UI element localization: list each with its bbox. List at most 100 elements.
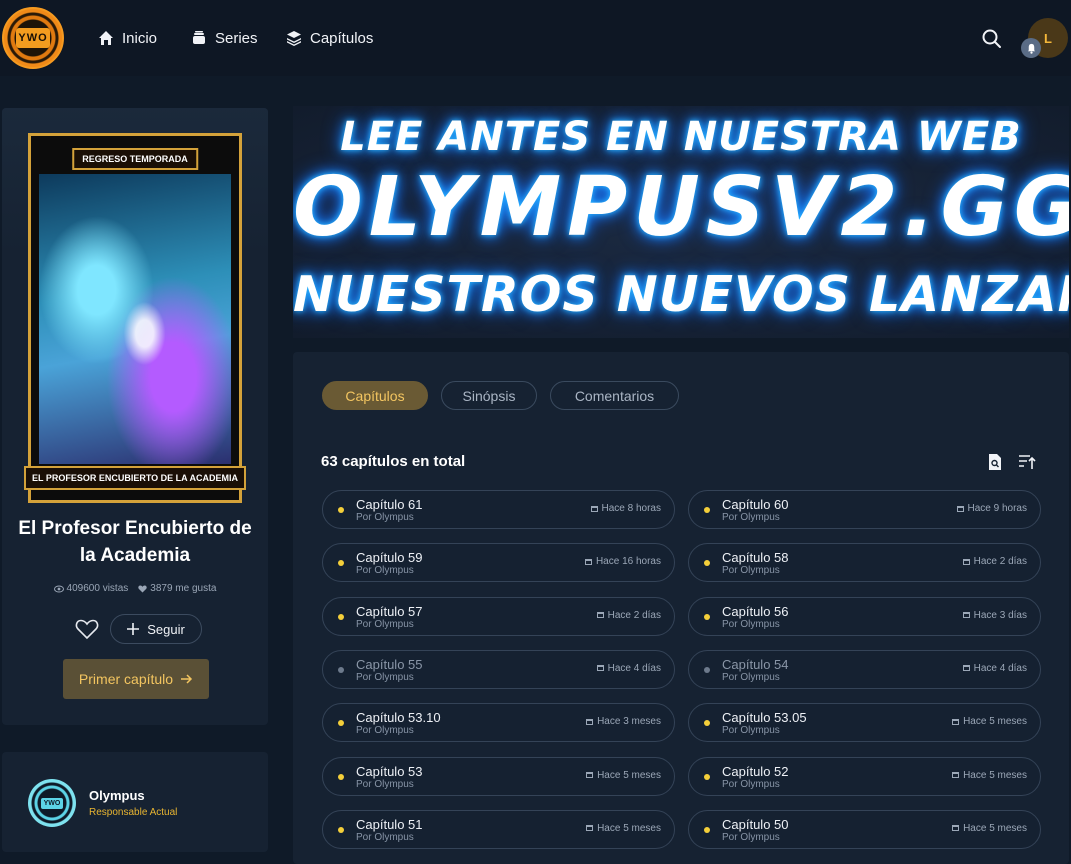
chapter-name: Capítulo 56 (722, 603, 789, 619)
calendar-icon (952, 772, 960, 778)
chapter-time-text: Hace 2 días (973, 556, 1027, 568)
chapter-item[interactable]: Capítulo 58 Por Olympus Hace 2 días (688, 543, 1041, 583)
likes-count: 3879 me gusta (150, 583, 217, 594)
chapter-time: Hace 5 meses (586, 770, 661, 781)
calendar-icon (952, 718, 960, 725)
chapter-author: Por Olympus (722, 512, 780, 523)
chapter-item[interactable]: Capítulo 54 Por Olympus Hace 4 días (688, 649, 1041, 689)
cover-title-label: EL PROFESOR ENCUBIERTO DE LA ACADEMIA (23, 466, 247, 490)
chapters-panel: Capítulos Sinópsis Comentarios 63 capítu… (293, 352, 1069, 864)
chapters-total: 63 capítulos en total (321, 453, 466, 470)
tab-capitulos[interactable]: Capítulos (322, 381, 428, 410)
uploader-avatar-text: YWO (40, 797, 64, 809)
site-logo[interactable]: YWO (2, 7, 64, 69)
search-icon[interactable] (981, 28, 1003, 50)
views-stat: 409600 vistas (53, 583, 129, 594)
chapter-name: Capítulo 58 (722, 550, 789, 566)
top-navbar: YWO Inicio Series Capítulos L (0, 0, 1071, 76)
plus-icon (127, 623, 140, 635)
chapter-item[interactable]: Capítulo 56 Por Olympus Hace 3 días (688, 596, 1041, 636)
nav-capitulos-label: Capítulos (310, 29, 374, 47)
chapter-name: Capítulo 60 (722, 497, 789, 512)
chapter-author: Por Olympus (722, 671, 780, 683)
avatar-initial: L (1044, 30, 1052, 46)
calendar-icon (962, 665, 970, 672)
logo-text: YWO (16, 28, 50, 48)
like-heart-icon[interactable] (75, 618, 99, 640)
chapter-item[interactable]: Capítulo 60 Por Olympus Hace 9 horas (688, 490, 1041, 529)
chapter-author: Por Olympus (356, 671, 414, 683)
chapter-item[interactable]: Capítulo 52 Por Olympus Hace 5 meses (688, 756, 1041, 796)
chapter-time: Hace 2 días (962, 556, 1027, 568)
chapter-time-text: Hace 4 días (973, 662, 1027, 674)
home-icon (99, 31, 113, 45)
notifications-button[interactable] (1021, 38, 1041, 58)
likes-stat: 3879 me gusta (138, 583, 216, 594)
chapter-author: Por Olympus (722, 725, 780, 737)
nav-capitulos[interactable]: Capítulos (286, 28, 373, 48)
stack-icon (287, 31, 301, 46)
chapter-time: Hace 3 meses (586, 716, 661, 727)
arrow-right-icon (181, 674, 193, 684)
views-count: 409600 vistas (66, 583, 129, 594)
heart-small-icon (138, 584, 147, 593)
chapter-time: Hace 8 horas (590, 503, 661, 514)
first-chapter-label: Primer capítulo (78, 671, 174, 687)
chapter-name: Capítulo 53.10 (356, 710, 441, 726)
chapter-name: Capítulo 61 (356, 497, 423, 512)
status-dot (338, 507, 344, 513)
chapter-author: Por Olympus (356, 725, 414, 737)
chapter-name: Capítulo 54 (722, 656, 789, 672)
chapter-name: Capítulo 52 (722, 763, 789, 779)
chapter-item[interactable]: Capítulo 55 Por Olympus Hace 4 días (322, 649, 675, 689)
nav-inicio[interactable]: Inicio (98, 28, 157, 48)
series-info-card: REGRESO TEMPORADA EL PROFESOR ENCUBIERTO… (2, 108, 268, 725)
chapter-item[interactable]: Capítulo 53.05 Por Olympus Hace 5 meses (688, 703, 1041, 743)
follow-button[interactable]: Seguir (110, 614, 202, 644)
chapter-item[interactable]: Capítulo 57 Por Olympus Hace 2 días (322, 596, 675, 636)
chapter-name: Capítulo 53.05 (722, 710, 807, 726)
follow-label: Seguir (147, 621, 185, 637)
nav-series[interactable]: Series (191, 28, 258, 48)
tab-comentarios[interactable]: Comentarios (550, 381, 679, 410)
calendar-icon (952, 825, 960, 832)
chapter-author: Por Olympus (722, 831, 780, 843)
chapter-item[interactable]: Capítulo 53 Por Olympus Hace 5 meses (322, 756, 675, 796)
status-dot (704, 613, 710, 620)
chapter-item[interactable]: Capítulo 59 Por Olympus Hace 16 horas (322, 543, 675, 583)
banner-line-1: LEE ANTES EN NUESTRA WEB (340, 114, 1022, 160)
status-dot (704, 720, 710, 727)
status-dot (704, 666, 710, 673)
uploader-name[interactable]: Olympus (89, 788, 145, 803)
chapter-author: Por Olympus (722, 565, 780, 577)
calendar-icon (590, 505, 598, 512)
chapter-item[interactable]: Capítulo 51 Por Olympus Hace 5 meses (322, 809, 675, 849)
status-dot (338, 826, 344, 833)
chapter-time-text: Hace 3 meses (597, 716, 661, 728)
chapter-item[interactable]: Capítulo 50 Por Olympus Hace 5 meses (688, 809, 1041, 849)
chapter-time: Hace 4 días (596, 663, 661, 674)
first-chapter-button[interactable]: Primer capítulo (63, 659, 209, 699)
chapter-time: Hace 16 horas (584, 556, 661, 567)
cover-artwork (39, 174, 231, 464)
chapter-author: Por Olympus (356, 831, 414, 843)
calendar-icon (956, 505, 964, 512)
tab-sinopsis[interactable]: Sinópsis (441, 381, 537, 410)
promo-banner[interactable]: LEE ANTES EN NUESTRA WEB OLYMPUSV2.GG NU… (293, 106, 1069, 338)
chapter-time: Hace 5 meses (952, 716, 1027, 727)
chapter-time: Hace 2 días (596, 610, 661, 621)
search-chapter-icon[interactable] (986, 453, 1004, 471)
status-dot (704, 560, 710, 567)
status-dot (704, 826, 710, 833)
calendar-icon (962, 558, 970, 565)
uploader-avatar[interactable]: YWO (28, 779, 76, 827)
chapter-time-text: Hace 5 meses (963, 822, 1027, 834)
chapter-time: Hace 5 meses (952, 770, 1027, 781)
chapter-name: Capítulo 57 (356, 603, 423, 619)
chapter-item[interactable]: Capítulo 61 Por Olympus Hace 8 horas (322, 490, 675, 529)
series-cover: REGRESO TEMPORADA EL PROFESOR ENCUBIERTO… (23, 133, 247, 503)
chapter-time: Hace 3 días (962, 610, 1027, 621)
chapter-item[interactable]: Capítulo 53.10 Por Olympus Hace 3 meses (322, 703, 675, 743)
chapter-time-text: Hace 5 meses (963, 769, 1027, 781)
sort-icon[interactable] (1018, 453, 1036, 471)
